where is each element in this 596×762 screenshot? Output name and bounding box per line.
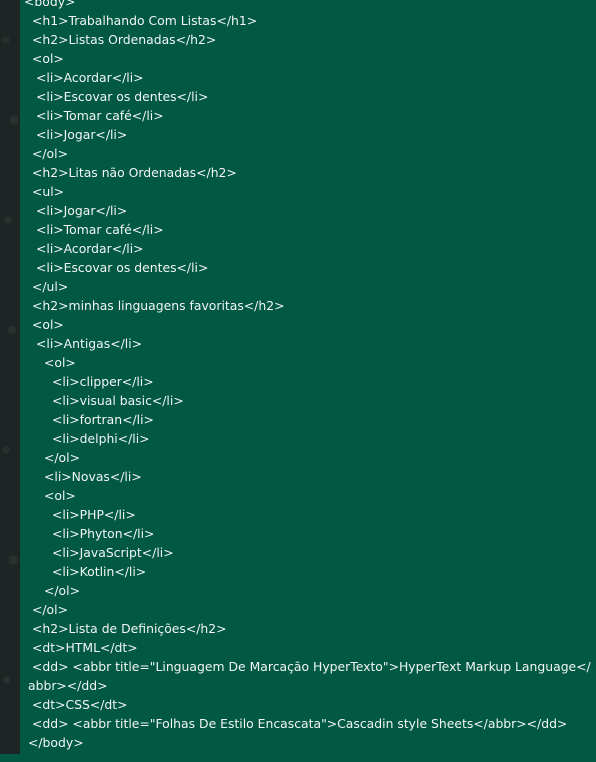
code-line[interactable]: <h1>Trabalhando Com Listas</h1>	[32, 11, 257, 30]
code-line[interactable]: <dd> <abbr title="Linguagem De Marcação …	[32, 657, 591, 676]
sidebar-decorative-strip	[0, 0, 20, 754]
code-line[interactable]: <li>Antigas</li>	[36, 334, 142, 353]
code-line[interactable]: <ul>	[32, 182, 64, 201]
code-line[interactable]: <li>Tomar café</li>	[36, 106, 164, 125]
code-line[interactable]: <h2>minhas linguagens favoritas</h2>	[32, 296, 284, 315]
code-line[interactable]: <dt>CSS</dt>	[32, 695, 128, 714]
code-line[interactable]: <dd> <abbr title="Folhas De Estilo Encas…	[32, 714, 567, 733]
code-editor[interactable]: <body> <h1>Trabalhando Com Listas</h1> <h2…	[20, 0, 596, 762]
code-line[interactable]: <li>delphi</li>	[52, 429, 150, 448]
code-line[interactable]: <li>Jogar</li>	[36, 125, 127, 144]
code-line[interactable]: <li>fortran</li>	[52, 410, 154, 429]
code-line[interactable]: </ol>	[44, 581, 80, 600]
code-line[interactable]: <h2>Litas não Ordenadas</h2>	[32, 163, 237, 182]
code-line[interactable]: </ol>	[32, 600, 68, 619]
code-line[interactable]: <li>Escovar os dentes</li>	[36, 87, 208, 106]
code-line[interactable]: <ol>	[44, 353, 76, 372]
code-line[interactable]: <li>Phyton</li>	[52, 524, 154, 543]
code-line[interactable]: <ol>	[32, 49, 64, 68]
code-line[interactable]: </body>	[28, 733, 84, 752]
code-line[interactable]: </ul>	[32, 277, 68, 296]
code-line[interactable]: </ol>	[44, 448, 80, 467]
code-line[interactable]: <li>Novas</li>	[44, 467, 142, 486]
code-line[interactable]: <li>Acordar</li>	[36, 68, 144, 87]
code-line[interactable]: <ol>	[32, 315, 64, 334]
code-line[interactable]: <li>Acordar</li>	[36, 239, 144, 258]
code-line[interactable]: <li>JavaScript</li>	[52, 543, 174, 562]
code-line[interactable]: <ol>	[44, 486, 76, 505]
code-line[interactable]: </ol>	[32, 144, 68, 163]
code-line[interactable]: <li>Escovar os dentes</li>	[36, 258, 208, 277]
code-line[interactable]: <h2>Listas Ordenadas</h2>	[32, 30, 216, 49]
code-line[interactable]: <li>visual basic</li>	[52, 391, 184, 410]
code-line[interactable]: <li>Tomar café</li>	[36, 220, 164, 239]
code-line[interactable]: <li>PHP</li>	[52, 505, 136, 524]
code-line[interactable]: <li>Kotlin</li>	[52, 562, 146, 581]
code-line[interactable]: <dt>HTML</dt>	[32, 638, 138, 657]
code-line[interactable]: <li>clipper</li>	[52, 372, 154, 391]
code-line[interactable]: <body>	[24, 0, 75, 11]
code-line[interactable]: abbr></dd>	[28, 676, 107, 695]
code-line[interactable]: <h2>Lista de Definições</h2>	[32, 619, 227, 638]
code-line[interactable]: <li>Jogar</li>	[36, 201, 127, 220]
